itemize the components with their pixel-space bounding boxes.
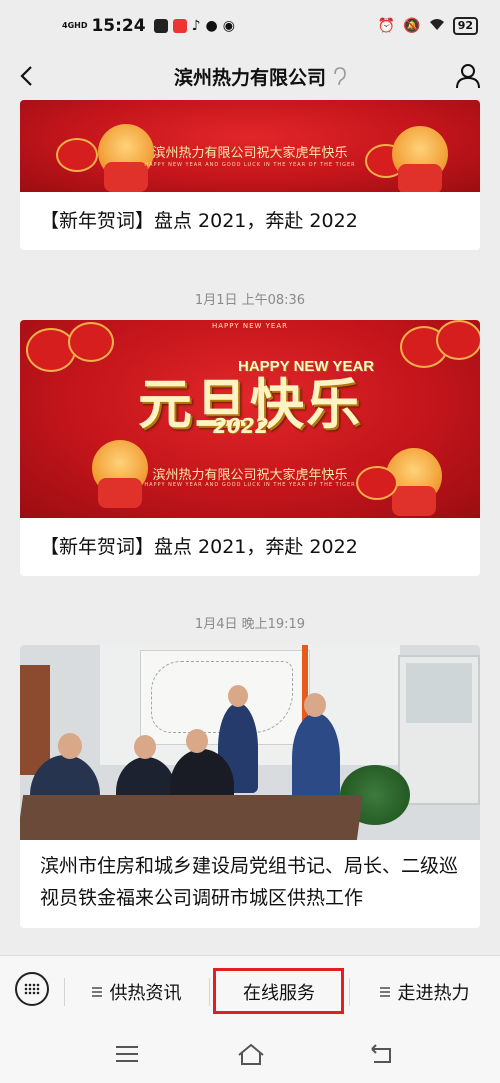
system-nav-bar <box>0 1027 500 1083</box>
menu-item-about[interactable]: 走进热力 <box>349 956 500 1028</box>
menu-item-label: 走进热力 <box>397 983 470 1004</box>
status-right: ⏰ 🔕 92 <box>378 17 478 35</box>
article-photo <box>20 645 480 840</box>
submenu-icon <box>379 987 390 997</box>
article-title[interactable]: 【新年贺词】盘点 2021，奔赴 2022 <box>20 518 480 562</box>
menu-item-heating-news[interactable]: 供热资讯 <box>64 956 209 1028</box>
back-nav-icon[interactable] <box>366 1041 396 1067</box>
banner-subtitle: 滨州热力有限公司祝大家虎年快乐 <box>152 468 348 483</box>
photo-person-head <box>134 735 156 759</box>
compass-icon: ◉ <box>222 18 235 34</box>
lantern-image <box>436 320 480 360</box>
photo-table <box>20 795 364 840</box>
message-timestamp: 1月4日 晚上19:19 <box>194 617 306 632</box>
highlight-box <box>213 968 344 1014</box>
banner-subtitle: 滨州热力有限公司祝大家虎年快乐 <box>152 146 348 161</box>
network-indicator: 4GHD <box>62 21 88 30</box>
photo-person-head <box>228 685 248 707</box>
article-card[interactable]: 滨州市住房和城乡建设局党组书记、局长、二级巡视员铁金福来公司调研市城区供热工作 <box>20 645 480 928</box>
status-bar: 4GHD 15:24 ♪ ● ◉ ⏰ 🔕 92 <box>0 0 500 52</box>
article-title[interactable]: 【新年贺词】盘点 2021，奔赴 2022 <box>20 192 480 236</box>
nav-bar: 滨州热力有限公司 <box>0 52 500 100</box>
bottom-menu: 供热资讯 在线服务 走进热力 <box>0 955 500 1027</box>
app-notification-icon <box>153 19 168 33</box>
article-banner: HAPPY NEW YEAR HAPPY NEW YEAR 元旦快乐 2022 … <box>20 320 480 518</box>
photo-person-head <box>304 693 326 717</box>
wifi-icon <box>429 17 445 35</box>
ear-icon[interactable] <box>330 66 348 88</box>
menu-item-label: 供热资讯 <box>109 983 182 1004</box>
article-banner: 滨州热力有限公司祝大家虎年快乐 HAPPY NEW YEAR AND GOOD … <box>20 100 480 192</box>
app-notification-icon <box>172 19 187 33</box>
article-title[interactable]: 滨州市住房和城乡建设局党组书记、局长、二级巡视员铁金福来公司调研市城区供热工作 <box>20 840 480 928</box>
photo-person <box>292 713 340 803</box>
lantern-image <box>68 322 114 362</box>
banner-tagline: HAPPY NEW YEAR AND GOOD LUCK IN THE YEAR… <box>144 162 356 168</box>
article-card[interactable]: HAPPY NEW YEAR HAPPY NEW YEAR 元旦快乐 2022 … <box>20 320 480 576</box>
profile-icon[interactable] <box>454 62 482 90</box>
tiktok-icon: ♪ <box>191 18 201 34</box>
article-card[interactable]: 滨州热力有限公司祝大家虎年快乐 HAPPY NEW YEAR AND GOOD … <box>20 100 480 250</box>
message-timestamp: 1月1日 上午08:36 <box>194 293 306 308</box>
mute-icon: 🔕 <box>403 18 421 34</box>
submenu-icon <box>91 987 102 997</box>
status-time: 15:24 <box>91 16 146 36</box>
keyboard-toggle-icon[interactable] <box>15 972 49 1006</box>
home-icon[interactable] <box>236 1041 266 1067</box>
photo-cabinet <box>398 655 480 805</box>
battery-level: 92 <box>452 17 478 35</box>
banner-tagline: HAPPY NEW YEAR AND GOOD LUCK IN THE YEAR… <box>144 482 356 488</box>
banner-year: 2022 <box>213 414 269 438</box>
photo-person-head <box>58 733 82 759</box>
page-title: 滨州热力有限公司 <box>173 67 326 89</box>
alarm-icon: ⏰ <box>377 18 396 34</box>
menu-icon[interactable] <box>112 1041 142 1067</box>
message-icon: ● <box>205 18 218 34</box>
notification-icons: ♪ ● ◉ <box>153 18 235 34</box>
photo-door <box>20 665 50 775</box>
photo-person-head <box>186 729 208 753</box>
